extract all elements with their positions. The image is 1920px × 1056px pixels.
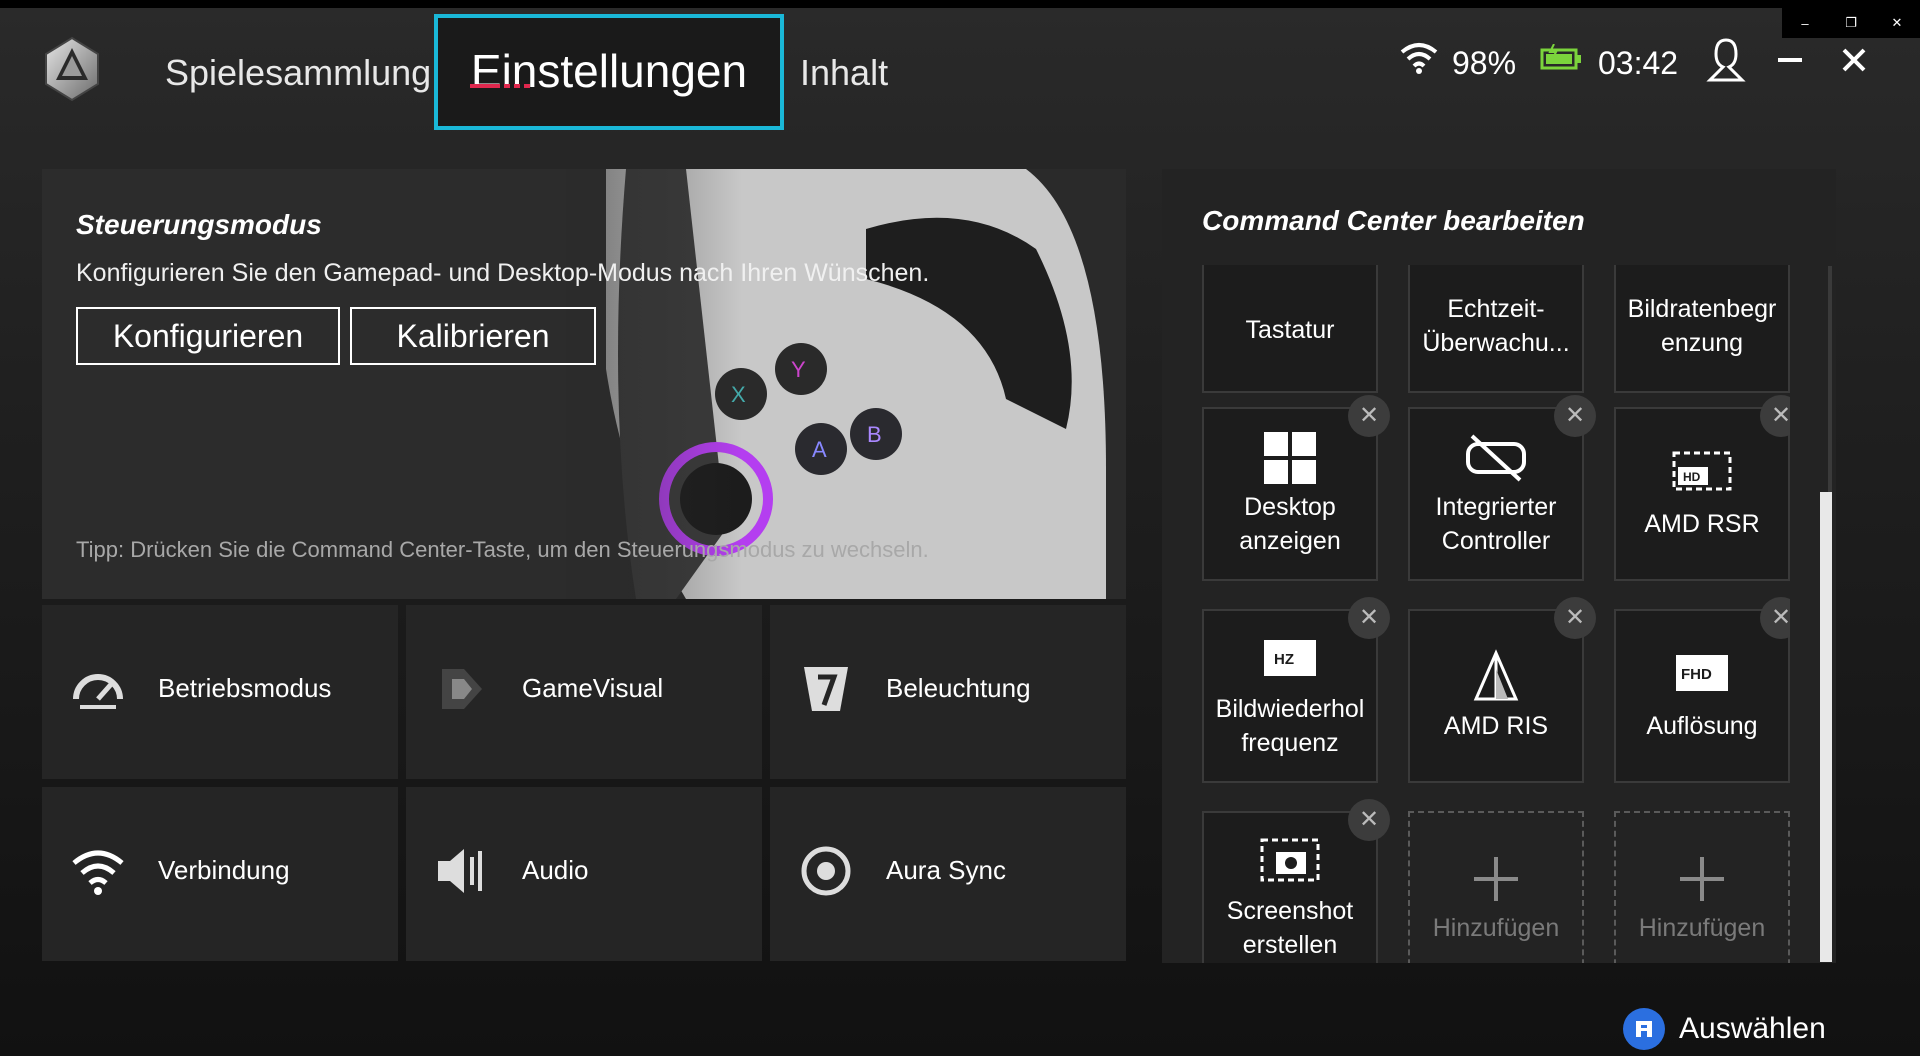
controller-disabled-icon — [1466, 434, 1526, 482]
battery-charging-icon — [1540, 44, 1581, 70]
armoury-crate-logo-icon — [45, 36, 99, 102]
close-icon[interactable] — [1840, 46, 1868, 74]
tile-label: Beleuchtung — [886, 673, 1031, 703]
tile-betriebsmodus[interactable]: Betriebsmodus — [42, 605, 398, 779]
tile-label: Betriebsmodus — [158, 673, 332, 703]
lighting-icon — [804, 667, 848, 711]
control-mode-title: Steuerungsmodus — [76, 209, 322, 240]
minimize-icon[interactable] — [1776, 46, 1804, 74]
cmd-tile-aufloesung[interactable]: FHD Auflösung ✕ — [1614, 597, 1790, 783]
tile-label: Verbindung — [158, 855, 290, 885]
user-account-icon[interactable] — [1702, 36, 1750, 86]
wifi-icon — [72, 850, 124, 895]
cmd-tile-label: Hinzufügen — [1638, 914, 1766, 942]
cmd-tile-echtzeit[interactable]: Echtzeit- Überwachu... — [1408, 265, 1584, 393]
remove-tile-button[interactable]: ✕ — [1348, 799, 1390, 841]
remove-tile-button[interactable]: ✕ — [1348, 395, 1390, 437]
cmd-tile-amd-ris[interactable]: AMD RIS ✕ — [1408, 597, 1596, 783]
operating-mode-icon — [73, 674, 123, 709]
command-center-panel: Command Center bearbeiten Tastatur Echtz… — [1162, 169, 1836, 963]
tile-label: Aura Sync — [886, 855, 1006, 885]
window-controls: – ❐ ✕ — [1782, 8, 1920, 38]
a-button-icon — [1623, 1008, 1665, 1050]
tile-verbindung[interactable]: Verbindung — [42, 787, 398, 961]
command-center-title: Command Center bearbeiten — [1202, 205, 1585, 236]
cmd-tile-label: Tastatur — [1245, 316, 1335, 344]
a-glyph-icon — [1636, 1021, 1652, 1037]
plus-icon — [1680, 857, 1724, 901]
sharpen-icon — [1473, 649, 1519, 701]
tile-label: GameVisual — [522, 673, 664, 703]
remove-tile-button[interactable]: ✕ — [1348, 597, 1390, 639]
svg-text:FHD: FHD — [1681, 666, 1712, 683]
cmd-tile-desktop-anzeigen[interactable]: Desktop anzeigen ✕ — [1202, 395, 1390, 581]
camera-icon — [1260, 838, 1320, 882]
cmd-tile-tastatur[interactable]: Tastatur — [1202, 265, 1378, 393]
tab-einstellungen-label: Einstellungen — [470, 45, 748, 97]
cmd-tile-add[interactable]: Hinzufügen — [1408, 811, 1584, 963]
aura-sync-icon — [801, 846, 851, 896]
cmd-tile-label: AMD RSR — [1644, 510, 1760, 538]
cmd-tile-label: Hinzufügen — [1432, 914, 1560, 942]
remove-tile-button[interactable]: ✕ — [1554, 597, 1596, 639]
cmd-tile-amd-rsr[interactable]: HD AMD RSR ✕ — [1614, 395, 1790, 581]
tab-spielesammlung[interactable]: Spielesammlung — [165, 52, 431, 94]
windows-icon — [1264, 432, 1316, 484]
status-bar: 98% 03:42 — [1400, 38, 1920, 88]
svg-text:A: A — [812, 437, 827, 462]
cmd-tile-label: Integrierter Controller — [1435, 493, 1557, 555]
audio-icon — [438, 849, 482, 893]
tile-aura-sync[interactable]: Aura Sync — [770, 787, 1126, 961]
gamevisual-icon — [442, 669, 482, 709]
svg-text:HZ: HZ — [1274, 651, 1294, 668]
cmd-tile-bildratenbegrenzung[interactable]: Bildratenbegr enzung — [1614, 265, 1790, 393]
remove-tile-button[interactable]: ✕ — [1760, 395, 1790, 437]
plus-icon — [1474, 857, 1518, 901]
select-hint-label: Auswählen — [1679, 1012, 1826, 1045]
cmd-tile-integrierter-controller[interactable]: Integrierter Controller ✕ — [1408, 395, 1596, 581]
window-close-button[interactable]: ✕ — [1874, 8, 1920, 38]
wifi-status-icon — [1400, 43, 1438, 74]
hz-icon: HZ — [1264, 640, 1316, 676]
svg-text:HD: HD — [1683, 470, 1701, 484]
cmd-tile-label: Bildratenbegr enzung — [1627, 295, 1777, 357]
top-border — [0, 0, 1920, 8]
clock-time: 03:42 — [1598, 44, 1679, 81]
cmd-tile-label: Screenshot erstellen — [1226, 897, 1354, 959]
cmd-tile-bildwiederholfrequenz[interactable]: HZ Bildwiederhol frequenz ✕ — [1202, 597, 1390, 783]
battery-percent: 98% — [1452, 44, 1517, 81]
tile-beleuchtung[interactable]: Beleuchtung — [770, 605, 1126, 779]
active-tab-indicator — [470, 84, 530, 88]
cmd-tile-add[interactable]: Hinzufügen — [1614, 811, 1790, 963]
control-mode-description: Konfigurieren Sie den Gamepad- und Deskt… — [76, 259, 930, 287]
fhd-icon: FHD — [1676, 655, 1728, 691]
svg-text:Y: Y — [791, 357, 806, 382]
hd-icon: HD — [1672, 451, 1732, 491]
cmd-tile-screenshot[interactable]: Screenshot erstellen ✕ — [1202, 799, 1390, 963]
svg-text:B: B — [867, 422, 882, 447]
scrollbar-thumb[interactable] — [1820, 492, 1832, 962]
window-minimize-button[interactable]: – — [1782, 8, 1828, 38]
command-center-scrollbar[interactable] — [1820, 266, 1832, 962]
command-center-grid[interactable]: Tastatur Echtzeit- Überwachu... Bildrate… — [1202, 265, 1790, 963]
tile-label: Audio — [522, 855, 589, 885]
footer-hint: Auswählen — [1623, 1008, 1826, 1050]
cmd-tile-label: Echtzeit- Überwachu... — [1422, 295, 1570, 357]
cmd-tile-label: Desktop anzeigen — [1239, 493, 1341, 555]
cmd-tile-label: Auflösung — [1646, 712, 1758, 740]
tile-gamevisual[interactable]: GameVisual — [406, 605, 762, 779]
cmd-tile-label: Bildwiederhol frequenz — [1215, 695, 1365, 757]
window-restore-button[interactable]: ❐ — [1828, 8, 1874, 38]
cmd-tile-label: AMD RIS — [1443, 712, 1549, 740]
tab-inhalt[interactable]: Inhalt — [800, 52, 888, 94]
settings-tiles: Betriebsmodus GameVisual Beleuchtung Ver… — [42, 605, 1126, 963]
control-mode-tip: Tipp: Drücken Sie die Command Center-Tas… — [76, 537, 929, 562]
tile-audio[interactable]: Audio — [406, 787, 762, 961]
tab-einstellungen[interactable]: Einstellungen — [434, 14, 784, 130]
remove-tile-button[interactable]: ✕ — [1760, 597, 1790, 639]
remove-tile-button[interactable]: ✕ — [1554, 395, 1596, 437]
control-mode-card: X Y A B Steuerungsmodus Konfigurieren Si… — [42, 169, 1126, 599]
calibrate-button[interactable]: Kalibrieren — [350, 307, 596, 365]
configure-button[interactable]: Konfigurieren — [76, 307, 340, 365]
